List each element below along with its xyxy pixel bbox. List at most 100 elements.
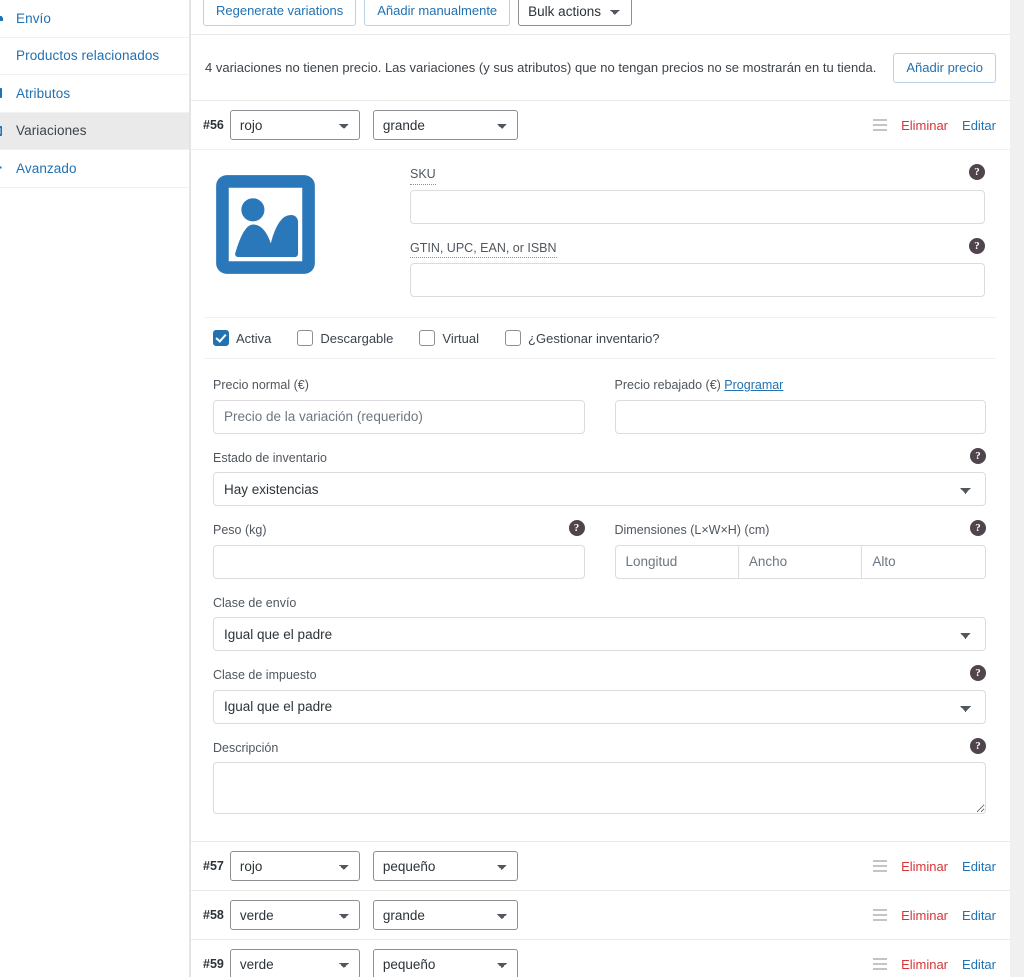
sidebar-item-atributos[interactable]: Atributos — [0, 75, 189, 113]
delete-variation-link[interactable]: Eliminar — [901, 957, 948, 972]
dimension-height-input[interactable] — [862, 544, 986, 579]
shipping-class-row: Clase de envío Igual que el padre — [205, 595, 996, 651]
weight-input[interactable] — [213, 544, 585, 579]
checkbox-virtual[interactable]: Virtual — [419, 330, 479, 346]
dimension-width-input[interactable] — [738, 544, 863, 579]
dimension-length-input[interactable] — [614, 544, 739, 579]
notice-text: 4 variaciones no tienen precio. Las vari… — [205, 59, 877, 75]
variation-thumbnail-col — [205, 166, 410, 313]
regular-price-label: Precio normal (€) — [213, 378, 309, 392]
delete-variation-link[interactable]: Eliminar — [901, 118, 948, 133]
regenerate-variations-button[interactable]: Regenerate variations — [203, 0, 357, 26]
stock-status-label: Estado de inventario — [213, 450, 327, 465]
edit-variation-link[interactable]: Editar — [962, 957, 996, 972]
sidebar-item-label: Atributos — [16, 85, 71, 101]
drag-handle-icon[interactable] — [873, 119, 888, 131]
stock-status-group: Estado de inventario ? Hay existencias — [213, 447, 986, 506]
delete-variation-link[interactable]: Eliminar — [901, 859, 948, 874]
prices-row: Precio normal (€) Precio rebajado (€) Pr… — [205, 377, 996, 450]
edit-variation-link[interactable]: Editar — [962, 859, 996, 874]
help-icon[interactable]: ? — [970, 520, 986, 536]
checkbox-box[interactable] — [297, 330, 314, 346]
tax-class-select[interactable]: Igual que el padre — [213, 689, 986, 724]
drag-handle-icon[interactable] — [873, 860, 888, 872]
variation-color-select[interactable]: rojo — [229, 110, 360, 140]
help-icon[interactable]: ? — [970, 737, 986, 754]
sidebar-item-productos-relacionados[interactable]: Productos relacionados — [0, 37, 189, 75]
regular-price-input[interactable] — [213, 399, 585, 434]
variations-toolbar: Regenerate variations Añadir manualmente… — [191, 0, 1010, 34]
sidebar-item-envio[interactable]: Envío — [0, 0, 189, 38]
help-icon[interactable]: ? — [568, 520, 585, 536]
variation-size-select[interactable]: grande — [372, 900, 518, 930]
sku-label: SKU — [410, 166, 436, 185]
weight-group: Peso (kg) ? — [213, 520, 585, 579]
add-price-button[interactable]: Añadir precio — [893, 52, 996, 83]
delete-variation-link[interactable]: Eliminar — [901, 908, 948, 923]
checkbox-activa[interactable]: Activa — [213, 330, 271, 346]
shipping-class-group: Clase de envío Igual que el padre — [213, 595, 986, 651]
variation-id: #58 — [203, 908, 224, 922]
variation-row-actions: Eliminar Editar — [873, 908, 996, 923]
variation-id: #59 — [203, 957, 224, 971]
stock-status-select[interactable]: Hay existencias — [213, 472, 986, 506]
description-group: Descripción ? — [213, 737, 986, 818]
dimensions-group: Dimensiones (L×W×H) (cm) ? — [614, 520, 986, 579]
link-icon — [0, 49, 16, 63]
drag-handle-icon[interactable] — [873, 909, 888, 921]
sale-price-group: Precio rebajado (€) Programar — [614, 377, 986, 434]
variation-row: #57 rojo pequeño Eliminar Editar — [191, 841, 1010, 890]
variation-size-select[interactable]: grande — [372, 110, 518, 140]
checkbox-box[interactable] — [419, 330, 436, 346]
sidebar-item-label: Productos relacionados — [16, 48, 160, 64]
variation-id: #56 — [203, 118, 224, 132]
variation-size-select[interactable]: pequeño — [372, 949, 518, 977]
sidebar-item-avanzado[interactable]: Avanzado — [0, 150, 189, 188]
sale-price-label-text: Precio rebajado (€) — [614, 378, 721, 392]
variation-row-actions: Eliminar Editar — [873, 957, 996, 972]
plus-icon — [0, 161, 16, 175]
variation-id: #57 — [203, 859, 224, 873]
variation-row-header: #56 rojo grande Eliminar Editar — [191, 100, 1010, 149]
variation-row: #58 verde grande Eliminar Editar — [191, 890, 1010, 939]
help-icon[interactable]: ? — [970, 447, 986, 464]
checkbox-box[interactable] — [505, 330, 522, 346]
variation-color-select[interactable]: verde — [229, 900, 360, 930]
tax-class-row: Clase de impuesto ? Igual que el padre — [205, 665, 996, 724]
variation-row-actions: Eliminar Editar — [873, 859, 996, 874]
checkbox-gestionar-inventario[interactable]: ¿Gestionar inventario? — [505, 330, 660, 346]
image-placeholder-icon[interactable] — [213, 175, 318, 280]
sku-input[interactable] — [410, 189, 985, 224]
checkbox-label: ¿Gestionar inventario? — [528, 330, 660, 346]
no-price-notice: 4 variaciones no tienen precio. Las vari… — [191, 34, 1010, 100]
add-manually-button[interactable]: Añadir manualmente — [364, 0, 511, 26]
product-data-sidebar: Envío Productos relacionados Atributos V… — [0, 0, 190, 977]
sidebar-item-label: Variaciones — [16, 123, 87, 139]
checkbox-box[interactable] — [213, 330, 229, 346]
sidebar-item-variaciones[interactable]: Variaciones — [0, 112, 189, 150]
sale-price-input[interactable] — [614, 399, 986, 434]
gtin-input[interactable] — [410, 263, 985, 297]
checkbox-label: Virtual — [442, 330, 480, 346]
variation-size-select[interactable]: pequeño — [372, 851, 518, 881]
edit-variation-link[interactable]: Editar — [962, 118, 996, 133]
variation-identifiers-col: SKU ? GTIN, UPC, EAN, or ISBN ? — [410, 164, 996, 313]
help-icon[interactable]: ? — [969, 237, 985, 254]
variation-color-select[interactable]: verde — [229, 949, 360, 977]
help-icon[interactable]: ? — [969, 164, 985, 180]
bulk-actions-select[interactable]: Bulk actions — [518, 0, 633, 26]
drag-handle-icon[interactable] — [873, 958, 888, 970]
sidebar-item-label: Avanzado — [16, 160, 77, 176]
variation-color-select[interactable]: rojo — [229, 851, 360, 881]
description-textarea[interactable] — [213, 762, 986, 814]
shipping-class-select[interactable]: Igual que el padre — [213, 617, 986, 651]
help-icon[interactable]: ? — [970, 665, 986, 681]
dimensions-label: Dimensiones (L×W×H) (cm) — [614, 523, 770, 537]
checkbox-descargable[interactable]: Descargable — [297, 330, 393, 346]
regular-price-group: Precio normal (€) — [213, 377, 585, 434]
description-row: Descripción ? — [205, 737, 996, 818]
schedule-sale-link[interactable]: Programar — [724, 378, 783, 392]
edit-variation-link[interactable]: Editar — [962, 908, 996, 923]
shipping-class-label: Clase de envío — [213, 595, 297, 610]
gtin-field-group: GTIN, UPC, EAN, or ISBN ? — [410, 237, 985, 297]
